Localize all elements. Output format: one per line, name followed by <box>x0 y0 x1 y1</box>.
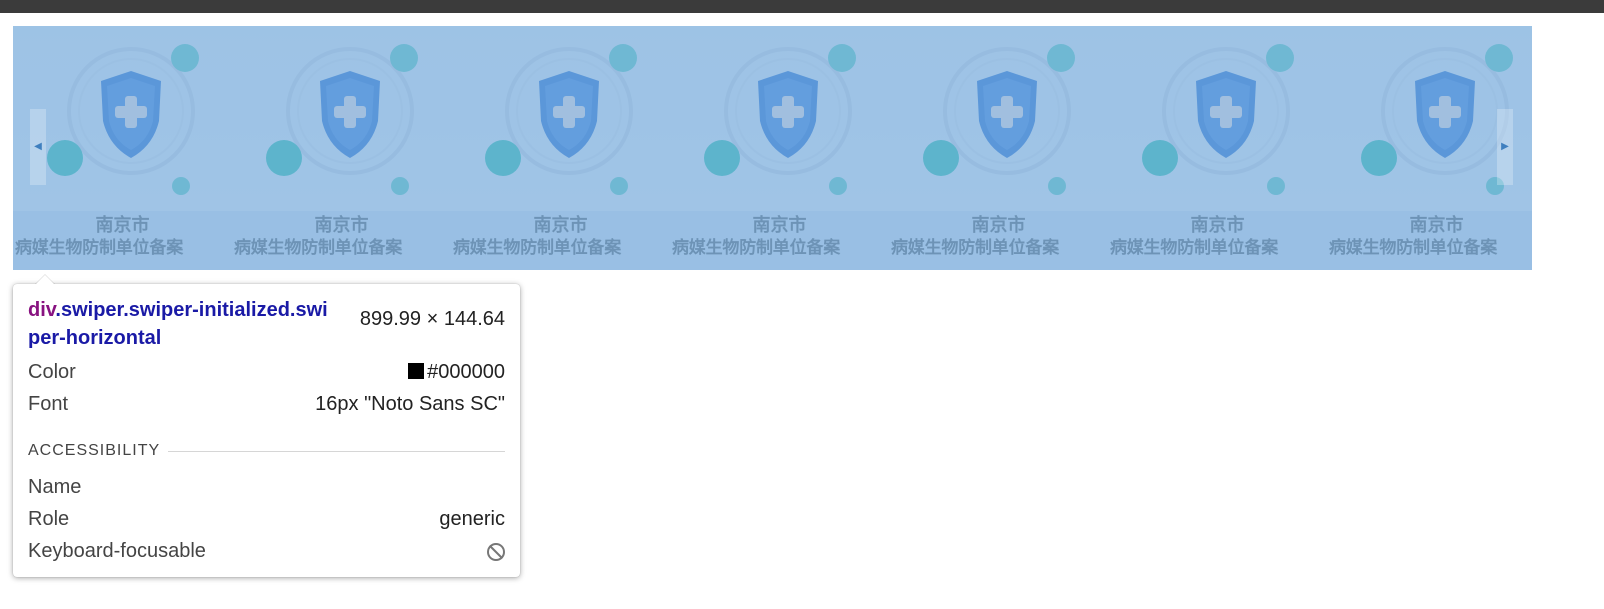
section-divider <box>168 451 505 452</box>
swiper-carousel[interactable]: 南京市 病媒生物防制单位备案 南京市 病媒生物防制单位备案 南京市 病媒生物防制… <box>13 26 1532 270</box>
element-selector: div.swiper.swiper-initialized.swiper-hor… <box>28 296 328 352</box>
chevron-right-icon: ▶ <box>1501 141 1509 152</box>
epidemic-shield-image <box>1108 26 1327 211</box>
swiper-slide[interactable]: 南京市 病媒生物防制单位备案 <box>451 26 670 270</box>
slide-caption: 南京市 病媒生物防制单位备案 <box>889 211 1108 270</box>
element-size: 899.99 × 144.64 <box>359 308 505 330</box>
swiper-slides: 南京市 病媒生物防制单位备案 南京市 病媒生物防制单位备案 南京市 病媒生物防制… <box>13 26 1532 270</box>
swiper-prev-button[interactable]: ◀ <box>30 109 46 185</box>
font-row: Font 16px "Noto Sans SC" <box>28 389 505 419</box>
caption-city: 南京市 <box>533 215 588 236</box>
caption-title: 病媒生物防制单位备案 <box>453 238 621 258</box>
caption-city: 南京市 <box>971 215 1026 236</box>
devtools-inspect-tooltip: div.swiper.swiper-initialized.swiper-hor… <box>13 275 520 577</box>
role-value: generic <box>439 508 505 530</box>
color-row: Color #000000 <box>28 357 505 387</box>
caption-city: 南京市 <box>314 215 369 236</box>
not-allowed-icon <box>487 543 505 561</box>
caption-title: 病媒生物防制单位备案 <box>1329 238 1497 258</box>
caption-title: 病媒生物防制单位备案 <box>672 238 840 258</box>
chevron-left-icon: ◀ <box>34 141 42 152</box>
swiper-slide[interactable]: 南京市 病媒生物防制单位备案 <box>889 26 1108 270</box>
epidemic-shield-image <box>451 26 670 211</box>
caption-city: 南京市 <box>1409 215 1464 236</box>
font-label: Font <box>28 393 69 415</box>
keyboard-focusable-label: Keyboard-focusable <box>28 540 206 562</box>
caption-title: 病媒生物防制单位备案 <box>891 238 1059 258</box>
accessibility-label: ACCESSIBILITY <box>28 442 161 459</box>
caption-title: 病媒生物防制单位备案 <box>1110 238 1278 258</box>
color-label: Color <box>28 361 76 383</box>
browser-top-bar <box>0 0 1604 13</box>
swiper-slide[interactable]: 南京市 病媒生物防制单位备案 <box>670 26 889 270</box>
swiper-slide[interactable]: 南京市 病媒生物防制单位备案 <box>232 26 451 270</box>
keyboard-focusable-value <box>487 536 505 566</box>
color-value: #000000 <box>427 361 505 383</box>
epidemic-shield-image <box>889 26 1108 211</box>
accessibility-section-header: ACCESSIBILITY <box>28 441 505 461</box>
caption-city: 南京市 <box>95 215 150 236</box>
slide-caption: 南京市 病媒生物防制单位备案 <box>451 211 670 270</box>
caption-city: 南京市 <box>752 215 807 236</box>
swiper-next-button[interactable]: ▶ <box>1497 109 1513 185</box>
caption-city: 南京市 <box>1190 215 1245 236</box>
caption-title: 病媒生物防制单位备案 <box>234 238 402 258</box>
name-label: Name <box>28 476 82 498</box>
color-value-wrap: #000000 <box>408 357 505 387</box>
slide-caption: 南京市 病媒生物防制单位备案 <box>1327 211 1532 270</box>
keyboard-focusable-row: Keyboard-focusable <box>28 536 505 566</box>
caption-title: 病媒生物防制单位备案 <box>15 238 183 258</box>
role-label: Role <box>28 508 70 530</box>
role-row: Role generic <box>28 504 505 534</box>
slide-caption: 南京市 病媒生物防制单位备案 <box>13 211 232 270</box>
epidemic-shield-image <box>670 26 889 211</box>
slide-caption: 南京市 病媒生物防制单位备案 <box>232 211 451 270</box>
slide-caption: 南京市 病媒生物防制单位备案 <box>670 211 889 270</box>
epidemic-shield-image <box>232 26 451 211</box>
element-classes: .swiper.swiper-initialized.swiper-horizo… <box>28 299 328 349</box>
tooltip-arrow <box>35 275 55 285</box>
font-value: 16px "Noto Sans SC" <box>315 393 505 415</box>
slide-caption: 南京市 病媒生物防制单位备案 <box>1108 211 1327 270</box>
swiper-slide[interactable]: 南京市 病媒生物防制单位备案 <box>1108 26 1327 270</box>
element-tag: div <box>28 299 56 321</box>
name-row: Name <box>28 472 505 502</box>
color-swatch <box>408 363 425 379</box>
